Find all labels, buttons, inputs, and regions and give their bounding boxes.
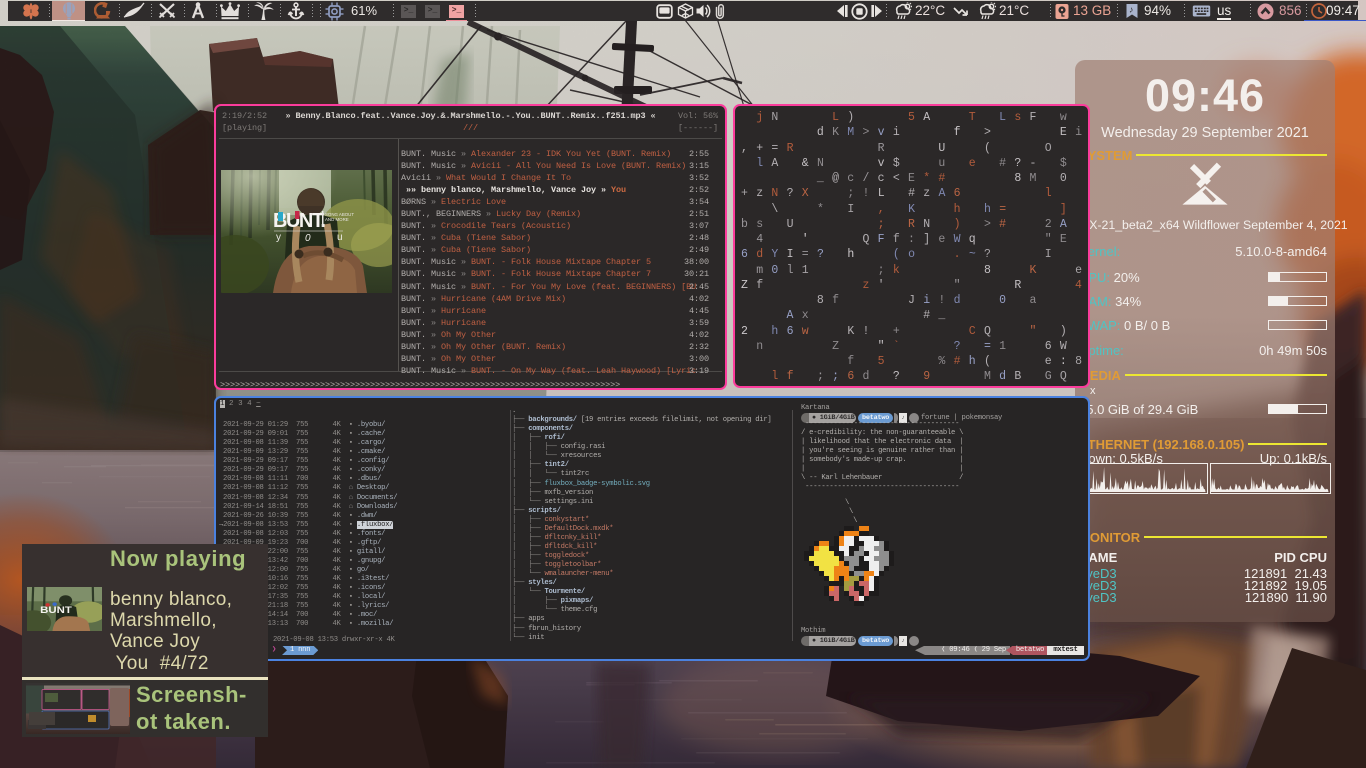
svg-text:♪: ♪	[1129, 5, 1134, 15]
svg-text:BUNT: BUNT	[40, 606, 72, 616]
svg-text:AND MORE: AND MORE	[325, 217, 349, 222]
svg-text:0: 0	[305, 233, 311, 244]
svg-text:u: u	[337, 232, 343, 243]
svg-text:y: y	[276, 232, 281, 243]
